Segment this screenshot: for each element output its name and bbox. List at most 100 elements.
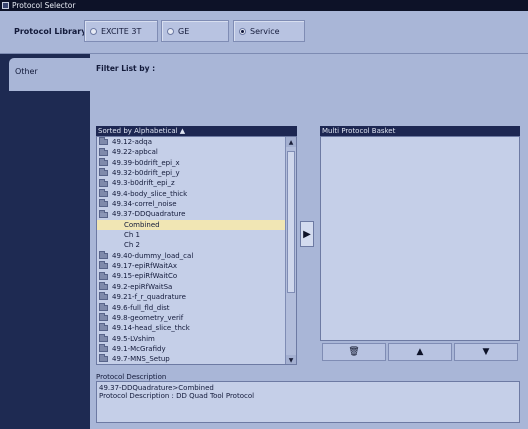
- protocol-folder[interactable]: 49.8-geometry_verif: [97, 313, 286, 323]
- scroll-thumb[interactable]: [287, 151, 295, 293]
- protocol-folder[interactable]: 49.14-head_slice_thck: [97, 323, 286, 333]
- protocol-item-label: 49.21-f_r_quadrature: [112, 293, 186, 302]
- window-titlebar: Protocol Selector: [0, 0, 528, 11]
- protocol-item-label: 49.3-b0drift_epi_z: [112, 179, 175, 188]
- protocol-item-label: 49.37-DDQuadrature: [112, 210, 186, 219]
- library-option-excite-3t[interactable]: EXCITE 3T: [84, 20, 158, 42]
- protocol-item[interactable]: Ch 2: [97, 240, 286, 250]
- window-title: Protocol Selector: [12, 1, 76, 10]
- multi-protocol-basket[interactable]: [320, 136, 520, 341]
- library-option-service[interactable]: Service: [233, 20, 305, 42]
- folder-icon: [99, 333, 108, 342]
- protocol-item[interactable]: Ch 1: [97, 230, 286, 240]
- folder-icon: [99, 147, 108, 156]
- protocol-description-box: 49.37-DDQuadrature>Combined Protocol Des…: [96, 381, 520, 423]
- protocol-item-label: 49.6-full_fld_dist: [112, 303, 170, 312]
- protocol-item-label: 49.40-dummy_load_cal: [112, 251, 194, 260]
- tab-other[interactable]: Other: [9, 58, 90, 91]
- protocol-item-label: 49.32-b0drift_epi_y: [112, 169, 180, 178]
- protocol-list: 49.12-adqa 49.22-apbcal 49.39-b0drift_epi_…: [96, 136, 297, 365]
- protocol-list-items: 49.12-adqa 49.22-apbcal 49.39-b0drift_epi_…: [97, 137, 286, 364]
- folder-icon: [99, 344, 108, 353]
- protocol-item-label: 49.17-epiRfWaitAx: [112, 262, 177, 271]
- protocol-folder[interactable]: 49.22-apbcal: [97, 147, 286, 157]
- add-to-basket-button[interactable]: ▶: [300, 221, 314, 247]
- delete-button[interactable]: 🗑: [322, 343, 386, 361]
- arrow-up-icon: ▲: [416, 347, 424, 357]
- folder-icon: [99, 323, 108, 332]
- description-text: Protocol Description : DD Quad Tool Prot…: [99, 392, 255, 400]
- protocol-item-label: 49.7-MNS_Setup: [112, 355, 170, 364]
- library-option-label: EXCITE 3T: [101, 26, 142, 36]
- protocol-folder[interactable]: 49.40-dummy_load_cal: [97, 250, 286, 261]
- protocol-item-label: 49.5-LVshim: [112, 334, 155, 343]
- protocol-item-label: 49.1-McGrafidy: [112, 344, 166, 353]
- folder-icon: [99, 354, 108, 363]
- protocol-folder[interactable]: 49.37-DDQuadrature: [97, 209, 286, 219]
- protocol-item[interactable]: Combined: [97, 219, 286, 231]
- protocol-folder[interactable]: 49.34-correl_noise: [97, 199, 286, 209]
- protocol-description-label: Protocol Description: [96, 373, 167, 381]
- window-menu-icon[interactable]: [2, 2, 9, 9]
- protocol-item-label: 49.12-adqa: [112, 138, 153, 146]
- folder-open-icon: [99, 209, 108, 218]
- library-option-label: Service: [250, 26, 280, 36]
- folder-icon: [99, 199, 108, 208]
- folder-icon: [99, 137, 108, 146]
- protocol-item-label: Ch 1: [124, 231, 141, 240]
- folder-icon: [99, 271, 108, 280]
- scroll-up-icon[interactable]: ▲: [286, 137, 296, 147]
- library-option-ge[interactable]: GE: [161, 20, 229, 42]
- arrow-down-icon: ▼: [482, 347, 490, 357]
- arrow-right-icon: ▶: [303, 228, 311, 240]
- move-up-button[interactable]: ▲: [388, 343, 452, 361]
- folder-icon: [99, 168, 108, 177]
- radio-icon: [90, 27, 97, 35]
- folder-icon: [99, 292, 108, 301]
- protocol-folder[interactable]: 49.1-McGrafidy: [97, 344, 286, 354]
- list-scrollbar[interactable]: ▲ ▼: [285, 137, 296, 364]
- protocol-folder[interactable]: 49.7-MNS_Setup: [97, 354, 286, 364]
- folder-icon: [99, 281, 108, 290]
- protocol-item-label: 49.2-epiRfWaitSa: [112, 282, 173, 291]
- protocol-item-label: 49.34-correl_noise: [112, 200, 177, 209]
- protocol-folder[interactable]: 49.39-b0drift_epi_x: [97, 157, 286, 168]
- radio-selected-icon: [239, 27, 246, 35]
- protocol-item-label: Ch 2: [124, 241, 141, 250]
- folder-icon: [99, 157, 108, 166]
- basket-header: Multi Protocol Basket: [320, 126, 520, 136]
- folder-icon: [99, 250, 108, 259]
- protocol-item-label: 49.4-body_slice_thick: [112, 189, 188, 198]
- protocol-folder[interactable]: 49.2-epiRfWaitSa: [97, 281, 286, 292]
- main-panel: Filter List by : Sorted by Alphabetical …: [90, 54, 528, 429]
- protocol-item-label: 49.22-apbcal: [112, 148, 158, 157]
- protocol-item-label: 49.14-head_slice_thck: [112, 324, 190, 333]
- protocol-item-label: 49.39-b0drift_epi_x: [112, 158, 180, 167]
- library-option-label: GE: [178, 26, 190, 36]
- protocol-folder[interactable]: 49.12-adqa: [97, 137, 286, 147]
- tab-strip: Other: [0, 54, 90, 429]
- protocol-folder[interactable]: 49.6-full_fld_dist: [97, 302, 286, 313]
- protocol-folder[interactable]: 49.21-f_r_quadrature: [97, 292, 286, 302]
- scroll-down-icon[interactable]: ▼: [286, 355, 296, 364]
- protocol-folder[interactable]: 49.17-epiRfWaitAx: [97, 261, 286, 271]
- description-path: 49.37-DDQuadrature>Combined: [99, 384, 214, 392]
- folder-icon: [99, 302, 108, 311]
- protocol-folder[interactable]: 49.5-LVshim: [97, 333, 286, 344]
- protocol-folder[interactable]: 49.32-b0drift_epi_y: [97, 168, 286, 178]
- protocol-item-label: 49.8-geometry_verif: [112, 313, 184, 322]
- sorted-list-header[interactable]: Sorted by Alphabetical ▲: [96, 126, 297, 136]
- filter-label: Filter List by :: [96, 64, 156, 73]
- protocol-library-label: Protocol Library :: [14, 27, 93, 36]
- tab-label: Other: [15, 67, 38, 76]
- folder-icon: [99, 188, 108, 197]
- protocol-folder[interactable]: 49.3-b0drift_epi_z: [97, 178, 286, 188]
- protocol-item-label: Combined: [124, 220, 160, 229]
- protocol-item-label: 49.15-epiRfWaitCo: [112, 272, 178, 281]
- folder-icon: [99, 313, 108, 322]
- move-down-button[interactable]: ▼: [454, 343, 518, 361]
- protocol-library-bar: Protocol Library : EXCITE 3T GE Service: [0, 11, 528, 54]
- folder-icon: [99, 261, 108, 270]
- protocol-folder[interactable]: 49.4-body_slice_thick: [97, 188, 286, 199]
- protocol-folder[interactable]: 49.15-epiRfWaitCo: [97, 271, 286, 281]
